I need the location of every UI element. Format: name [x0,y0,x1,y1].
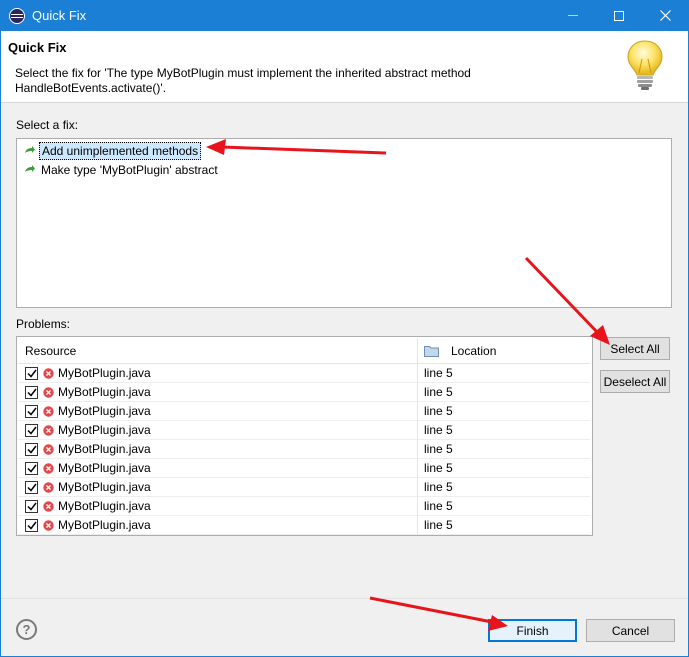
table-row[interactable]: MyBotPlugin.java line 5 [18,497,591,516]
select-fix-label: Select a fix: [16,118,79,132]
resource-cell: MyBotPlugin.java [18,383,418,402]
location-cell: line 5 [418,497,590,516]
minimize-icon [568,15,578,16]
lightbulb-icon [627,40,663,90]
finish-button[interactable]: Finish [488,619,577,642]
row-checkbox[interactable] [25,518,38,532]
checkmark-icon [26,426,37,435]
resource-name: MyBotPlugin.java [58,499,151,513]
error-icon [43,519,54,531]
resource-name: MyBotPlugin.java [58,461,151,475]
row-checkbox[interactable] [25,366,38,380]
error-icon [43,386,54,398]
maximize-button[interactable] [596,0,642,31]
deselect-all-button[interactable]: Deselect All [600,370,670,393]
resource-cell: MyBotPlugin.java [18,459,418,478]
error-icon [43,500,54,512]
location-cell: line 5 [418,421,590,440]
resource-cell: MyBotPlugin.java [18,440,418,459]
dialog-header: Quick Fix Select the fix for 'The type M… [1,31,688,103]
location-cell: line 5 [418,364,590,383]
eclipse-icon [9,8,25,24]
table-row[interactable]: MyBotPlugin.java line 5 [18,402,591,421]
fix-item-add-unimplemented[interactable]: Add unimplemented methods [24,142,202,160]
cancel-button[interactable]: Cancel [586,619,675,642]
error-icon [43,405,54,417]
help-button[interactable]: ? [16,619,37,640]
window-titlebar: Quick Fix [0,0,689,31]
problems-label: Problems: [16,317,71,331]
dialog-title: Quick Fix [8,40,67,55]
column-header-label: Location [451,343,497,358]
location-cell: line 5 [418,440,590,459]
location-cell: line 5 [418,516,590,535]
table-row[interactable]: MyBotPlugin.java line 5 [18,421,591,440]
dialog-message: Select the fix for 'The type MyBotPlugin… [15,66,471,95]
checkmark-icon [26,502,37,511]
location-cell: line 5 [418,402,590,421]
checkmark-icon [26,369,37,378]
maximize-icon [614,10,624,21]
column-header-label: Resource [25,343,77,358]
problems-table[interactable]: Resource Location MyBotPlugin.java line 5… [16,336,593,536]
table-row[interactable]: MyBotPlugin.java line 5 [18,440,591,459]
row-checkbox[interactable] [25,461,38,475]
resource-name: MyBotPlugin.java [58,442,151,456]
fix-item-label: Add unimplemented methods [39,142,202,160]
resource-cell: MyBotPlugin.java [18,364,418,383]
checkmark-icon [26,388,37,397]
minimize-button[interactable] [550,0,596,31]
resource-cell: MyBotPlugin.java [18,478,418,497]
resource-name: MyBotPlugin.java [58,404,151,418]
checkmark-icon [26,445,37,454]
close-icon [659,10,671,21]
row-checkbox[interactable] [25,480,38,494]
resource-name: MyBotPlugin.java [58,423,151,437]
column-header-location[interactable]: Location [418,338,590,364]
checkmark-icon [26,521,37,530]
row-checkbox[interactable] [25,499,38,513]
fix-item-label: Make type 'MyBotPlugin' abstract [41,163,218,177]
help-icon: ? [22,622,31,637]
error-icon [43,462,54,474]
row-checkbox[interactable] [25,385,38,399]
checkmark-icon [26,464,37,473]
table-row[interactable]: MyBotPlugin.java line 5 [18,516,591,535]
resource-name: MyBotPlugin.java [58,366,151,380]
resource-cell: MyBotPlugin.java [18,516,418,535]
select-all-button[interactable]: Select All [600,337,670,360]
row-checkbox[interactable] [25,404,38,418]
fix-icon [25,146,35,153]
resource-name: MyBotPlugin.java [58,385,151,399]
fix-icon [25,165,35,172]
window-title: Quick Fix [32,8,87,23]
checkmark-icon [26,407,37,416]
table-row[interactable]: MyBotPlugin.java line 5 [18,478,591,497]
table-row[interactable]: MyBotPlugin.java line 5 [18,459,591,478]
location-cell: line 5 [418,459,590,478]
fix-list[interactable]: Add unimplemented methods Make type 'MyB… [16,138,672,308]
row-checkbox[interactable] [25,423,38,437]
resource-cell: MyBotPlugin.java [18,497,418,516]
resource-cell: MyBotPlugin.java [18,402,418,421]
error-icon [43,443,54,455]
folder-icon [424,345,439,357]
table-row[interactable]: MyBotPlugin.java line 5 [18,364,591,383]
table-row[interactable]: MyBotPlugin.java line 5 [18,383,591,402]
error-icon [43,367,54,379]
location-cell: line 5 [418,383,590,402]
resource-name: MyBotPlugin.java [58,518,151,532]
error-icon [43,424,54,436]
resource-cell: MyBotPlugin.java [18,421,418,440]
fix-item-make-abstract[interactable]: Make type 'MyBotPlugin' abstract [24,161,220,179]
checkmark-icon [26,483,37,492]
row-checkbox[interactable] [25,442,38,456]
column-header-resource[interactable]: Resource [18,338,418,364]
error-icon [43,481,54,493]
close-button[interactable] [642,0,688,31]
resource-name: MyBotPlugin.java [58,480,151,494]
button-bar-separator [1,598,688,599]
location-cell: line 5 [418,478,590,497]
